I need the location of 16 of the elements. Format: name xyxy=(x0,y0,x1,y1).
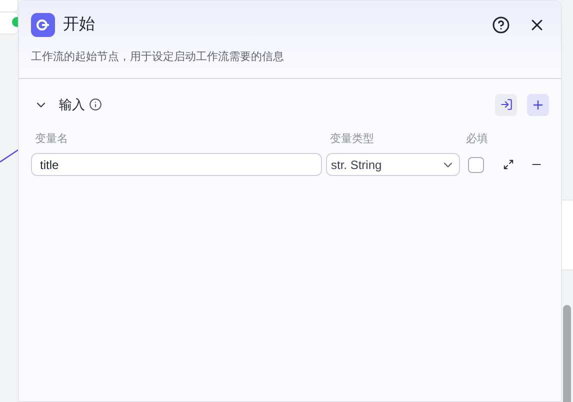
required-checkbox[interactable] xyxy=(468,156,484,172)
import-button[interactable] xyxy=(495,94,517,116)
start-node-icon xyxy=(31,13,55,37)
scrollbar[interactable] xyxy=(563,305,571,402)
column-header: 必填 xyxy=(466,132,488,146)
info-icon xyxy=(89,98,102,111)
add-button[interactable] xyxy=(527,94,549,116)
column-header: 变量名 xyxy=(34,132,69,146)
panel-description: 工作流的起始节点，用于设定启动工作流需要的信息 xyxy=(31,50,285,65)
panel-title: 开始 xyxy=(63,15,95,35)
plus-icon xyxy=(531,98,545,112)
column-header: 变量类型 xyxy=(329,132,375,146)
section-title: 输入 xyxy=(59,96,85,114)
variable-type-select[interactable]: str. String xyxy=(326,153,460,176)
variable-name-field[interactable]: title xyxy=(31,153,322,176)
import-icon xyxy=(500,98,512,111)
